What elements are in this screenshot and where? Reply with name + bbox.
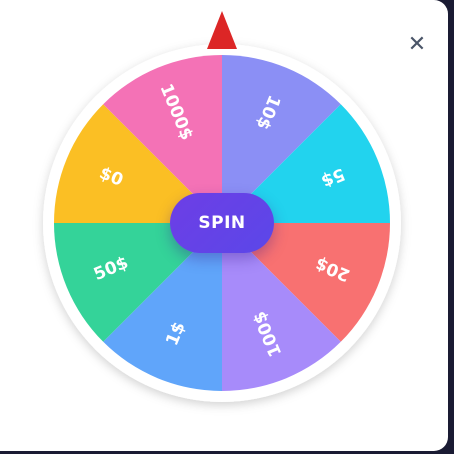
spin-button[interactable]: SPIN — [170, 193, 274, 253]
wheel-pointer — [207, 11, 237, 49]
spin-button-label: SPIN — [198, 213, 246, 233]
prize-wheel-modal: ✕ 10$ 5$ 20$ 100$ 1$ 50$ $0 1000$ SPIN — [0, 0, 448, 451]
